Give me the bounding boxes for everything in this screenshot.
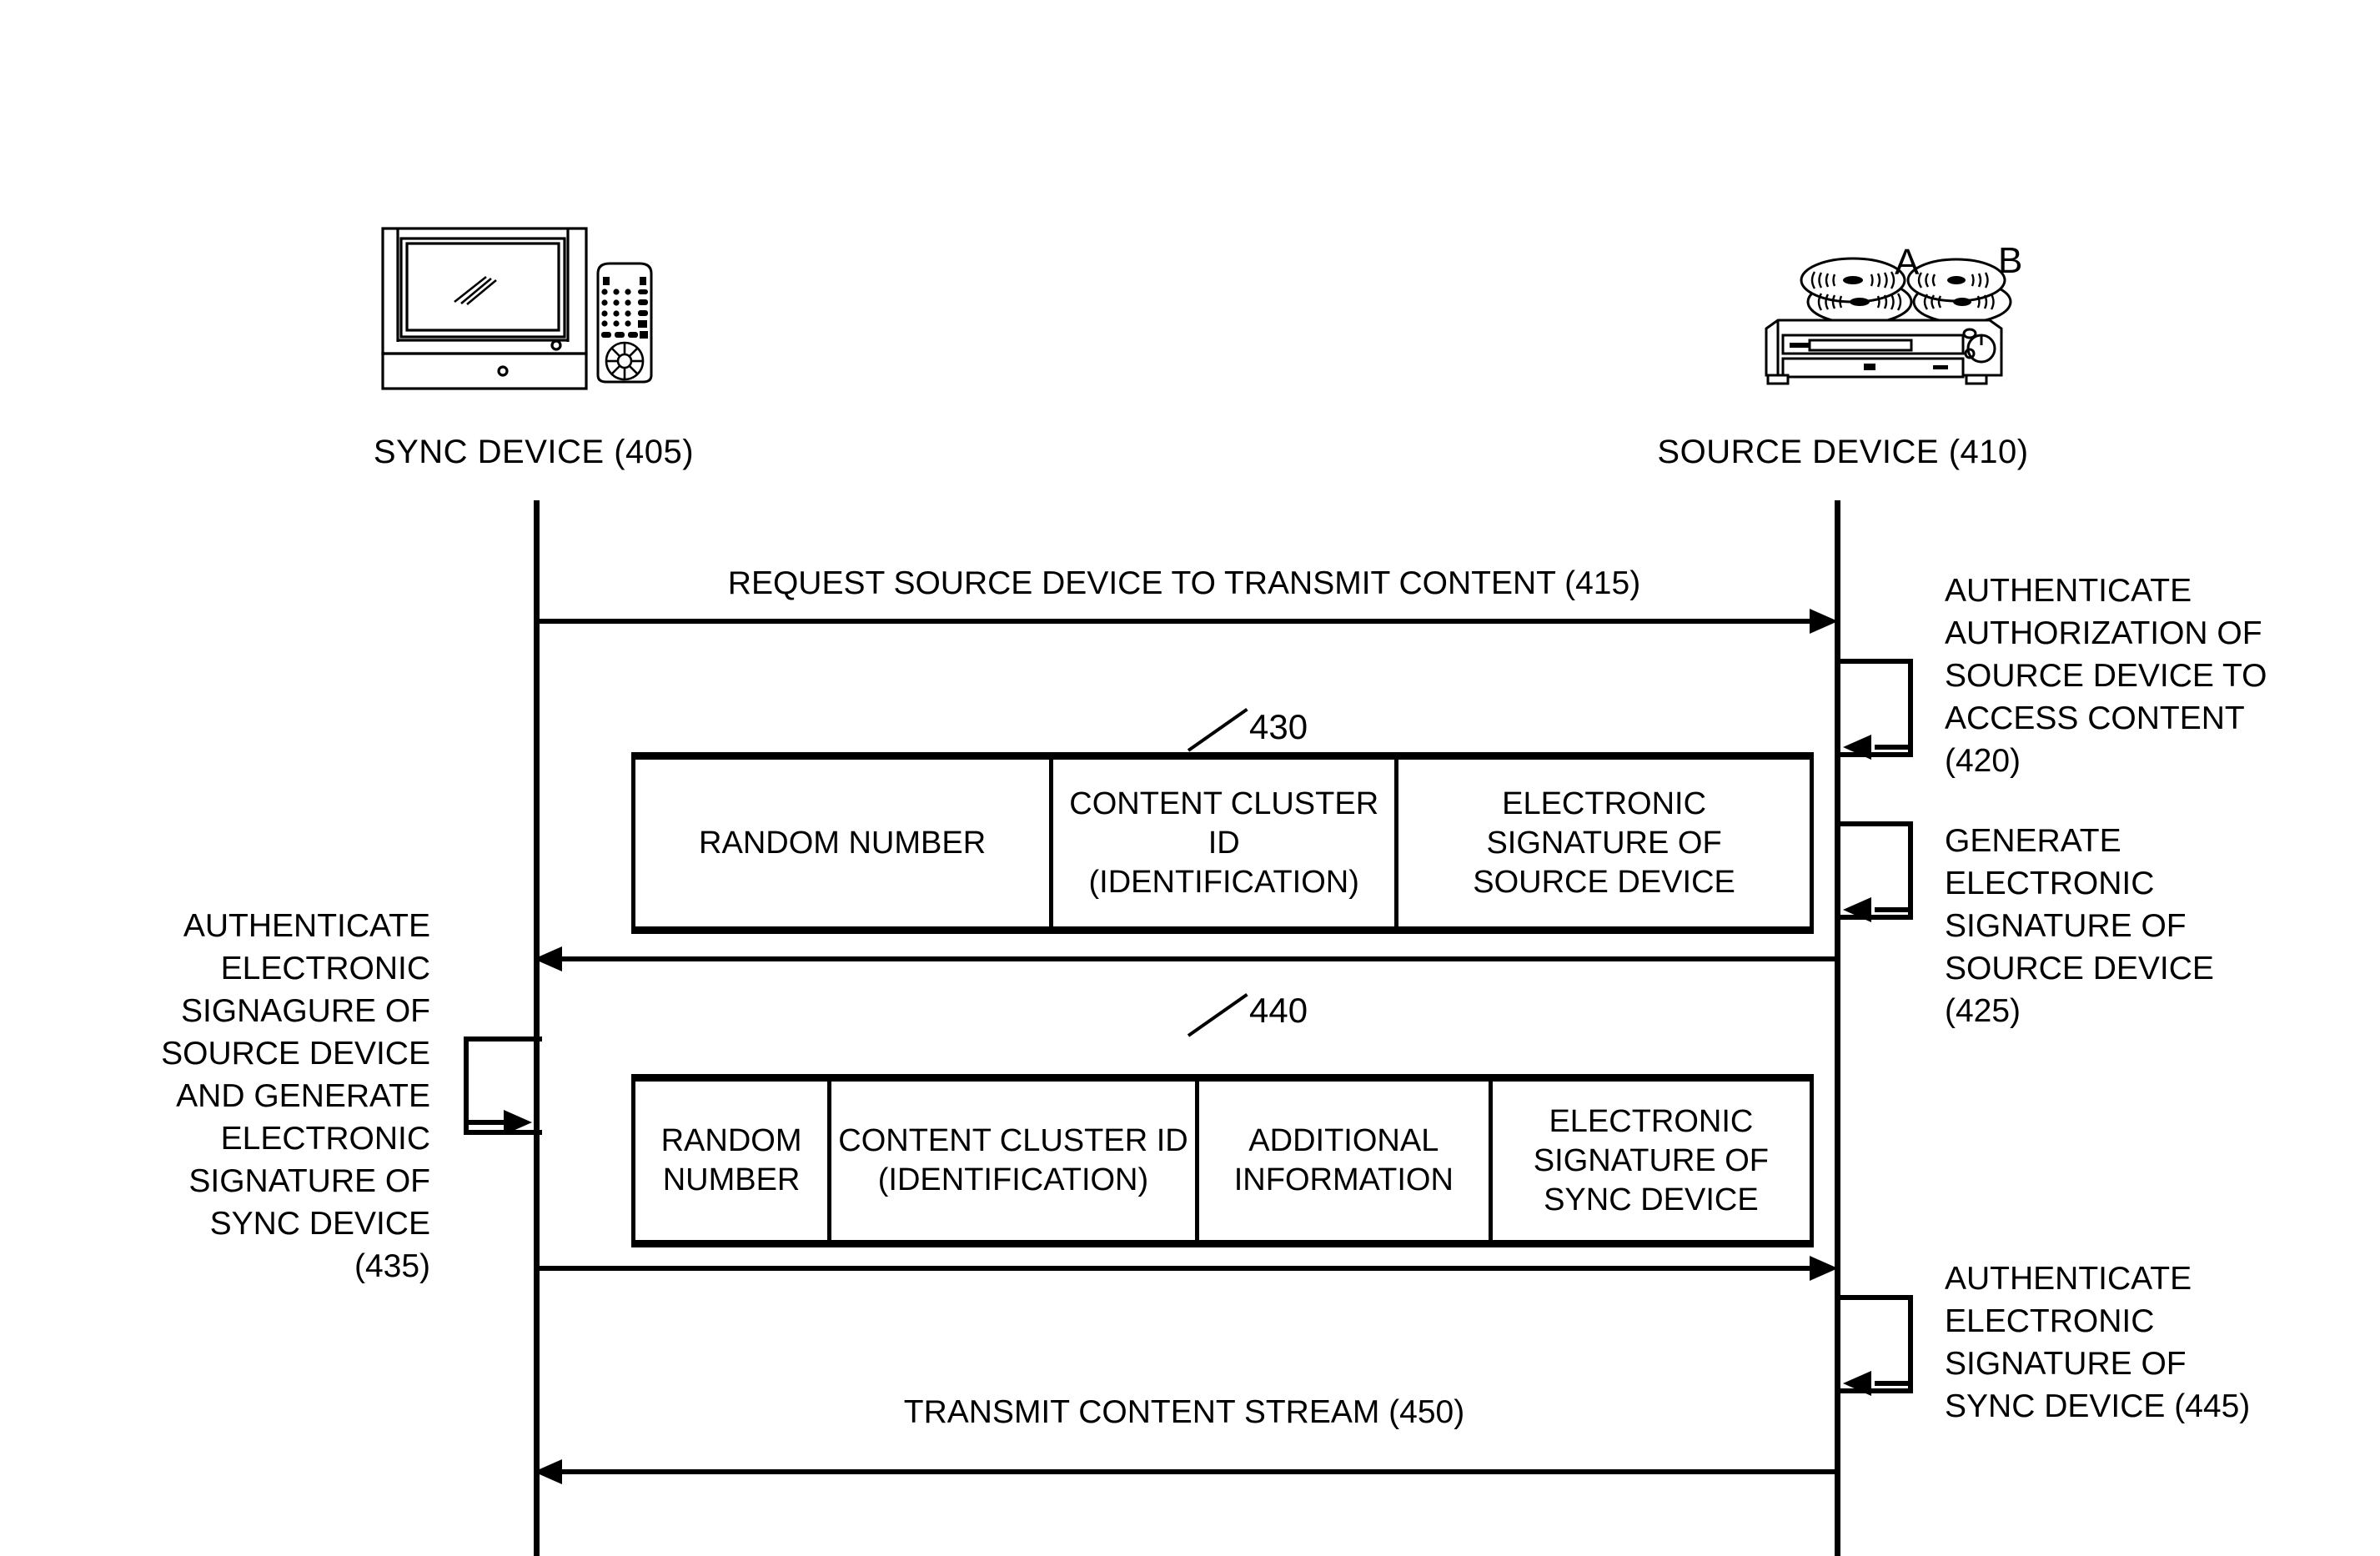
annotation-425: GENERATE ELECTRONIC SIGNATURE OF SOURCE … — [1945, 823, 2214, 1029]
packet-440-field-3: ELECTRONIC SIGNATURE OF SYNC DEVICE — [1533, 1103, 1769, 1217]
packet-box-440: RANDOM NUMBER CONTENT CLUSTER ID (IDENTI… — [631, 1074, 1814, 1247]
message-label-450: TRANSMIT CONTENT STREAM (450) — [903, 1394, 1465, 1430]
message-arrow-415 — [536, 619, 1810, 624]
disc-label-b: B — [1998, 240, 2023, 281]
annotation-420: AUTHENTICATE AUTHORIZATION OF SOURCE DEV… — [1945, 573, 2267, 779]
packet-440-field-0: RANDOM NUMBER — [635, 1082, 832, 1240]
message-label-415: REQUEST SOURCE DEVICE TO TRANSMIT CONTEN… — [727, 565, 1641, 601]
packet-box-430: RANDOM NUMBER CONTENT CLUSTER ID (IDENTI… — [631, 752, 1814, 934]
arrowhead-450 — [534, 1459, 562, 1484]
self-action-return-435 — [464, 1120, 505, 1125]
arrowhead-430 — [534, 946, 562, 971]
message-arrow-440 — [536, 1266, 1810, 1271]
packet-440-field-1: CONTENT CLUSTER ID (IDENTIFICATION) — [831, 1082, 1199, 1240]
self-action-return-445 — [1875, 1381, 1910, 1386]
message-arrow-450 — [559, 1469, 1837, 1474]
packet-430-field-1: CONTENT CLUSTER ID (IDENTIFICATION) — [1053, 760, 1399, 926]
arrowhead-425 — [1843, 897, 1871, 922]
source-device-caption: SOURCE DEVICE (410) — [1657, 434, 2029, 470]
packet-ref-440: 440 — [1249, 991, 1308, 1030]
disc-label-a: A — [1895, 242, 1920, 283]
disc-player-with-discs-icon — [1751, 242, 2035, 400]
sync-device-caption: SYNC DEVICE (405) — [373, 434, 695, 470]
packet-leader-430 — [1187, 708, 1248, 752]
arrowhead-420 — [1843, 735, 1871, 760]
arrowhead-445 — [1843, 1371, 1871, 1396]
message-arrow-430 — [559, 956, 1837, 961]
packet-ref-430: 430 — [1249, 707, 1308, 746]
figure-canvas: A B SYNC DEVICE (405) SOURCE DEVICE (410… — [0, 0, 2380, 1556]
packet-430-field-2: ELECTRONIC SIGNATURE OF SOURCE DEVICE — [1473, 786, 1735, 900]
packet-leader-440 — [1187, 993, 1248, 1037]
arrowhead-435 — [504, 1110, 532, 1135]
arrowhead-415 — [1810, 609, 1838, 634]
annotation-445: AUTHENTICATE ELECTRONIC SIGNATURE OF SYN… — [1945, 1261, 2251, 1424]
packet-440-field-2: ADDITIONAL INFORMATION — [1199, 1082, 1493, 1240]
self-action-return-425 — [1875, 907, 1910, 912]
packet-430-field-0: RANDOM NUMBER — [635, 760, 1054, 926]
arrowhead-440 — [1810, 1256, 1838, 1281]
television-with-remote-icon — [379, 225, 680, 392]
self-action-return-420 — [1875, 745, 1910, 750]
annotation-435: AUTHENTICATE ELECTRONIC SIGNAGURE OF SOU… — [161, 908, 430, 1284]
